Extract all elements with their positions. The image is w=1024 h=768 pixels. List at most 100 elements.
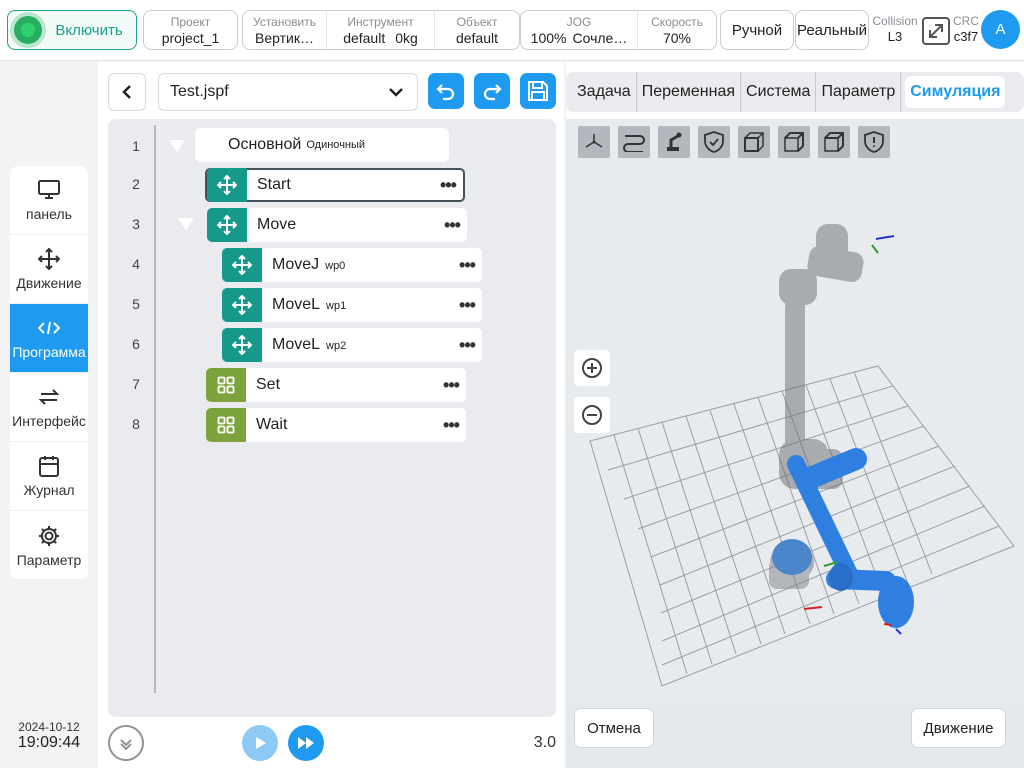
move-node-icon bbox=[222, 248, 262, 282]
line-number: 7 bbox=[132, 376, 140, 392]
tab-task[interactable]: Задача bbox=[572, 72, 637, 112]
node-movej-wp0[interactable]: MoveJ wp0 ••• bbox=[222, 248, 482, 282]
line-number: 1 bbox=[132, 138, 140, 154]
grid-node-icon bbox=[206, 408, 246, 442]
user-avatar[interactable]: A bbox=[981, 10, 1020, 49]
side-navigation: панель Движение Программа Интерфейс Журн… bbox=[10, 166, 88, 579]
speed-value: 70% bbox=[662, 30, 692, 46]
line-number: 6 bbox=[132, 336, 140, 352]
tab-parameter[interactable]: Параметр bbox=[816, 72, 902, 112]
code-icon bbox=[38, 316, 60, 340]
node-waypoint: wp2 bbox=[326, 340, 347, 352]
shield-alert-icon[interactable] bbox=[858, 126, 890, 158]
node-start[interactable]: Start ••• bbox=[205, 168, 465, 202]
collision-label: Collision bbox=[872, 14, 918, 28]
zoom-out-button[interactable] bbox=[574, 397, 610, 433]
project-box[interactable]: Проект project_1 bbox=[143, 10, 238, 50]
fast-forward-icon bbox=[298, 737, 314, 749]
tab-variable[interactable]: Переменная bbox=[637, 72, 742, 112]
move-arrows-icon bbox=[38, 247, 60, 271]
project-label: Проект bbox=[170, 15, 211, 29]
more-options-icon[interactable]: ••• bbox=[436, 375, 466, 396]
more-options-icon[interactable]: ••• bbox=[452, 295, 482, 316]
tool-load-value: 0kg bbox=[395, 30, 418, 46]
save-button[interactable] bbox=[520, 73, 556, 109]
node-label: Set bbox=[256, 376, 281, 393]
more-options-icon[interactable]: ••• bbox=[436, 415, 466, 436]
main-node-sub: Одиночный bbox=[306, 139, 366, 151]
calendar-icon bbox=[39, 454, 59, 478]
expand-icon[interactable] bbox=[921, 16, 951, 46]
line-number: 4 bbox=[132, 256, 140, 272]
step-forward-button[interactable] bbox=[288, 725, 324, 761]
real-mode-button[interactable]: Реальный bbox=[795, 10, 869, 50]
axes-view-icon[interactable] bbox=[578, 126, 610, 158]
crc-indicator: CRC c3f7 bbox=[950, 14, 982, 44]
node-set[interactable]: Set ••• bbox=[206, 368, 466, 402]
node-move[interactable]: Move ••• bbox=[207, 208, 467, 242]
jog-speed-box[interactable]: JOG 100% Сочле… Скорость 70% bbox=[520, 10, 717, 50]
install-label: Установить bbox=[253, 15, 316, 29]
save-icon bbox=[528, 81, 548, 101]
chevron-down-icon bbox=[389, 88, 403, 97]
chevron-down-circle-icon bbox=[120, 739, 132, 751]
undo-icon bbox=[436, 84, 455, 101]
nav-item-journal[interactable]: Журнал bbox=[10, 442, 88, 511]
undo-button[interactable] bbox=[428, 73, 464, 109]
cancel-button[interactable]: Отмена bbox=[574, 708, 654, 748]
cube-side-icon[interactable] bbox=[778, 126, 810, 158]
cube-top-icon[interactable] bbox=[818, 126, 850, 158]
tab-simulation[interactable]: Симуляция bbox=[905, 76, 1006, 108]
more-options-icon[interactable]: ••• bbox=[437, 215, 467, 236]
robot-3d-scene bbox=[589, 224, 1015, 687]
nav-item-motion[interactable]: Движение bbox=[10, 235, 88, 304]
redo-button[interactable] bbox=[474, 73, 510, 109]
collision-indicator[interactable]: Collision L3 bbox=[871, 14, 919, 44]
manual-mode-button[interactable]: Ручной bbox=[720, 10, 794, 50]
nav-item-parameter[interactable]: Параметр bbox=[10, 511, 88, 579]
more-options-icon[interactable]: ••• bbox=[433, 175, 463, 196]
path-icon[interactable] bbox=[618, 126, 650, 158]
collapse-move-toggle[interactable] bbox=[178, 218, 194, 230]
zoom-out-icon bbox=[582, 405, 602, 425]
cube-front-icon[interactable] bbox=[738, 126, 770, 158]
object-value: default bbox=[455, 30, 499, 46]
node-movel-wp2[interactable]: MoveL wp2 ••• bbox=[222, 328, 482, 362]
shield-check-icon[interactable] bbox=[698, 126, 730, 158]
play-button[interactable] bbox=[242, 725, 278, 761]
ghost-robot bbox=[769, 224, 864, 589]
file-select[interactable]: Test.jspf bbox=[158, 73, 418, 111]
zoom-in-icon bbox=[582, 358, 602, 378]
node-label: MoveL bbox=[272, 336, 321, 353]
simulation-footer: Отмена Движение bbox=[566, 699, 1024, 768]
right-tabs: Задача Переменная Система Параметр Симул… bbox=[566, 72, 1024, 112]
nav-item-program[interactable]: Программа bbox=[10, 304, 88, 373]
power-on-button[interactable]: Включить bbox=[7, 10, 137, 50]
project-value: project_1 bbox=[161, 30, 220, 46]
collapse-all-button[interactable] bbox=[108, 725, 144, 761]
zoom-in-button[interactable] bbox=[574, 350, 610, 386]
install-value: Вертик… bbox=[255, 30, 314, 46]
nav-label-motion: Движение bbox=[16, 275, 82, 291]
program-version: 3.0 bbox=[533, 734, 556, 751]
node-movel-wp1[interactable]: MoveL wp1 ••• bbox=[222, 288, 482, 322]
nav-item-interface[interactable]: Интерфейс bbox=[10, 373, 88, 442]
node-waypoint: wp1 bbox=[326, 300, 347, 312]
more-options-icon[interactable]: ••• bbox=[452, 335, 482, 356]
line-number: 2 bbox=[132, 176, 140, 192]
robot-view-icon[interactable] bbox=[658, 126, 690, 158]
back-button[interactable] bbox=[108, 73, 146, 111]
node-wait[interactable]: Wait ••• bbox=[206, 408, 466, 442]
move-node-icon bbox=[207, 168, 247, 202]
top-bar: Включить Проект project_1 Установить Вер… bbox=[0, 0, 1024, 61]
nav-item-panel[interactable]: панель bbox=[10, 166, 88, 235]
move-button[interactable]: Движение bbox=[911, 708, 1006, 748]
jog-percent: 100% bbox=[530, 30, 567, 46]
main-program-node[interactable]: Основной Одиночный bbox=[195, 128, 449, 162]
more-options-icon[interactable]: ••• bbox=[452, 255, 482, 276]
tab-system[interactable]: Система bbox=[741, 72, 817, 112]
install-tool-object-box[interactable]: Установить Вертик… Инструмент default 0k… bbox=[242, 10, 520, 50]
nav-label-parameter: Параметр bbox=[16, 551, 82, 568]
collapse-main-toggle[interactable] bbox=[169, 140, 185, 152]
simulation-viewport[interactable] bbox=[566, 119, 1024, 699]
